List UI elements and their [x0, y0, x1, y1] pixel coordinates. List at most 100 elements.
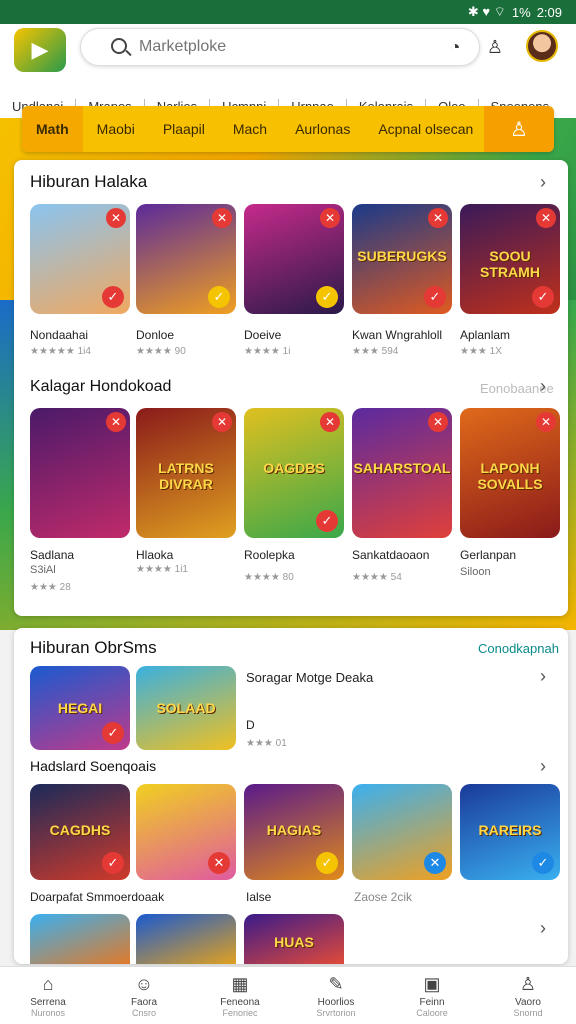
game-name: Roolepka [244, 548, 295, 562]
close-icon[interactable]: ✕ [212, 412, 232, 432]
game-name: Sankatdaoaon [352, 548, 430, 562]
game-rating: ★★★ 28 [30, 582, 71, 593]
status-bar: ✱ ♥ ⌔ 1% 2:09 [0, 0, 576, 24]
game-rating: ★★★★ 1i1 [136, 564, 188, 575]
close-icon[interactable]: ✕ [320, 208, 340, 228]
game-tile[interactable]: OAGDBS ✕ ✓ [244, 408, 344, 538]
game-tile[interactable] [30, 914, 130, 964]
bottom-nav-item-edit[interactable]: ✎ Hoorlios Srvrtorion [288, 967, 384, 1024]
game-name: Gerlanpan [460, 548, 517, 562]
section-title: Hiburan ObrSms [30, 638, 157, 657]
search-bar[interactable] [80, 28, 480, 66]
featured-title: Soragar Motge Deaka [246, 670, 374, 685]
section-link[interactable]: Conodkapnah [478, 641, 559, 656]
game-name: Ialse [246, 890, 272, 904]
avatar[interactable] [526, 30, 558, 62]
chevron-right-icon[interactable]: › [540, 172, 546, 193]
game-name: Doarpafat Smmoerdoaak [30, 890, 165, 904]
game-subtitle: S3iAl [30, 564, 56, 576]
game-rating: ★★★★ 90 [136, 346, 186, 357]
game-tile[interactable]: ✕ ✓ [244, 204, 344, 314]
game-rating: ★★★★★ 1i4 [30, 346, 91, 357]
games-card-1: Hiburan Halaka › ✕ ✓ ✕ ✓ ✕ ✓ SUBERUGKS ✕ ✓ SO… [14, 160, 568, 616]
check-icon: ✓ [316, 852, 338, 874]
game-tile[interactable]: ✕ [30, 408, 130, 538]
category-plaapil[interactable]: Plaapil [149, 106, 219, 152]
category-acpnal[interactable]: Acpnal olsecan [364, 106, 487, 152]
close-icon[interactable]: ✕ [106, 412, 126, 432]
bottom-nav-item-library[interactable]: ▣ Feinn Caloore [384, 967, 480, 1024]
close-icon[interactable]: ✕ [106, 208, 126, 228]
close-icon[interactable]: ✕ [536, 208, 556, 228]
game-tile[interactable]: LAPONH SOVALLS ✕ [460, 408, 560, 538]
game-tile[interactable]: SOLAAD [136, 666, 236, 750]
game-tile[interactable]: LATRNS DIVRAR ✕ [136, 408, 236, 538]
close-icon[interactable]: ✕ [212, 208, 232, 228]
smiley-icon: ☺ [134, 973, 154, 994]
check-icon: ✓ [102, 852, 124, 874]
game-rating: ★★★★ 80 [244, 572, 294, 583]
bottom-nav-item-home[interactable]: ⌂ Serrena Nuronos [0, 967, 96, 1024]
game-name: Aplanlam [460, 328, 511, 342]
games-card-2: Hiburan ObrSms Conodkapnah HEGAI ✓ SOLAAD… [14, 628, 568, 964]
profile-icon: ♙ [519, 973, 537, 994]
bottom-nav-item-profile[interactable]: ♙ Vaoro Snornd [480, 967, 576, 1024]
clock: 2:09 [536, 4, 562, 20]
battery-level: 1% [511, 4, 531, 20]
notification-icon[interactable]: ◔ [444, 36, 466, 58]
account-icon[interactable]: ♙ [484, 36, 506, 58]
chevron-right-icon[interactable]: › [540, 918, 546, 939]
check-icon: ✓ [316, 286, 338, 308]
home-icon: ⌂ [42, 973, 54, 994]
chevron-right-icon[interactable]: › [540, 376, 546, 397]
category-aurlonas[interactable]: Aurlonas [281, 106, 364, 152]
game-tile[interactable]: ✕ [136, 784, 236, 880]
game-tile[interactable]: RAREIRS ✓ [460, 784, 560, 880]
game-tile[interactable]: ✕ ✓ [136, 204, 236, 314]
bottom-nav-item-apps[interactable]: ▦ Feneona Fenoriec [192, 967, 288, 1024]
close-icon[interactable]: ✕ [536, 412, 556, 432]
game-tile[interactable]: ✕ ✓ [30, 204, 130, 314]
game-tile[interactable]: SUBERUGKS ✕ ✓ [352, 204, 452, 314]
game-tile[interactable]: ✕ [352, 784, 452, 880]
category-math[interactable]: Math [22, 106, 83, 152]
check-icon: ✓ [208, 286, 230, 308]
chevron-right-icon[interactable]: › [540, 666, 546, 687]
game-tile[interactable]: SOOU STRAMH ✕ ✓ [460, 204, 560, 314]
check-icon: ✕ [424, 852, 446, 874]
search-icon [111, 38, 127, 54]
check-icon: ✓ [532, 286, 554, 308]
game-name: Zaose 2cik [354, 890, 413, 904]
game-tile[interactable]: CAGDHS ✓ [30, 784, 130, 880]
chevron-right-icon[interactable]: › [540, 756, 546, 777]
pen-icon: ✎ [328, 973, 344, 994]
check-icon: ✓ [424, 286, 446, 308]
app-logo-icon[interactable]: ▶ [14, 28, 66, 72]
category-user-icon[interactable]: ♙ [484, 106, 554, 152]
game-rating: ★★★★ 54 [352, 572, 402, 583]
check-icon: ✕ [208, 852, 230, 874]
game-name: Sadlana [30, 548, 75, 562]
search-input[interactable] [139, 38, 419, 56]
bottom-nav-item-games[interactable]: ☺ Faora Cnsro [96, 967, 192, 1024]
close-icon[interactable]: ✕ [428, 412, 448, 432]
game-tile[interactable]: HAGIAS ✓ [244, 784, 344, 880]
status-icons: ✱ ♥ ⌔ [467, 4, 506, 19]
bottom-navigation: ⌂ Serrena Nuronos ☺ Faora Cnsro ▦ Feneona Feno… [0, 966, 576, 1024]
game-tile[interactable]: HUAS [244, 914, 344, 964]
section-title: Hiburan Halaka [30, 172, 148, 191]
game-name: Nondaahai [30, 328, 89, 342]
game-tile[interactable] [136, 914, 236, 964]
game-subtitle: Siloon [460, 566, 491, 578]
category-maobi[interactable]: Maobi [83, 106, 149, 152]
game-name: Hlaoka [136, 548, 174, 562]
category-mach[interactable]: Mach [219, 106, 281, 152]
game-tile[interactable]: SAHARSTOAL ✕ [352, 408, 452, 538]
close-icon[interactable]: ✕ [320, 412, 340, 432]
game-rating: ★★★ 1X [460, 346, 502, 357]
section-title: Kalagar Hondokoad [30, 378, 172, 395]
check-icon: ✓ [102, 722, 124, 744]
game-tile[interactable]: HEGAI ✓ [30, 666, 130, 750]
close-icon[interactable]: ✕ [428, 208, 448, 228]
check-icon: ✓ [532, 852, 554, 874]
